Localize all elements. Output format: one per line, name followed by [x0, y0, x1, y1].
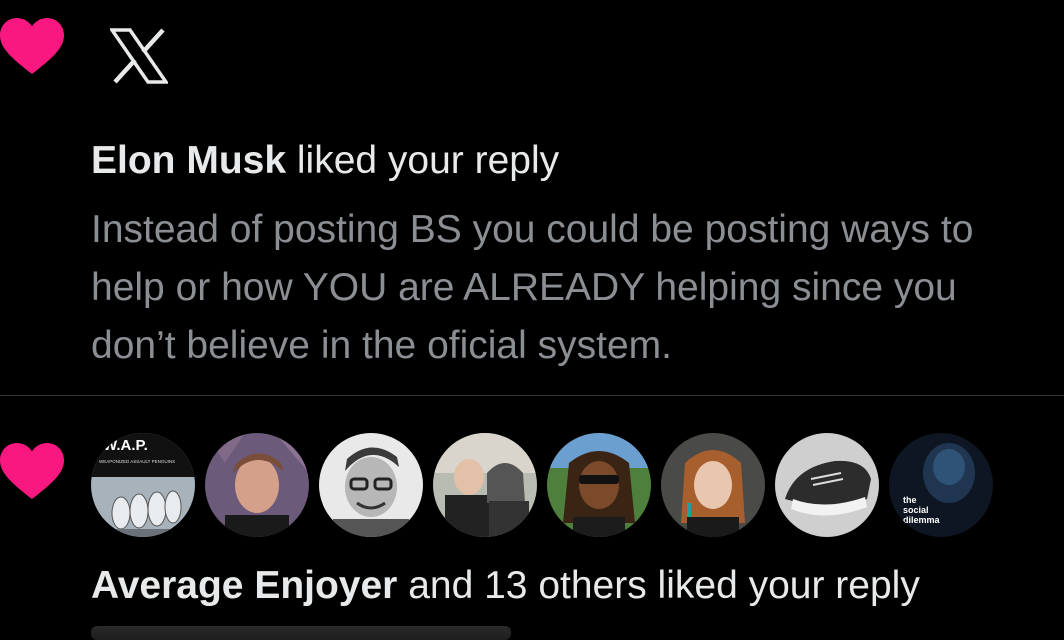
notification-action: and 13 others liked your reply: [397, 564, 920, 607]
avatar-label: W.A.P.: [103, 437, 148, 454]
avatar[interactable]: the social dilemma: [889, 433, 993, 537]
avatar[interactable]: [547, 433, 651, 537]
avatar[interactable]: [319, 433, 423, 537]
divider: [0, 395, 1064, 396]
avatar[interactable]: [661, 433, 765, 537]
avatar[interactable]: [775, 433, 879, 537]
avatar-sublabel: WEAPONIZED ASSAULT PENGUINS: [99, 459, 175, 464]
notification-action: liked your reply: [286, 139, 560, 182]
notification-title[interactable]: Average Enjoyer and 13 others liked your…: [91, 560, 920, 612]
reply-preview[interactable]: Instead of posting BS you could be posti…: [91, 201, 1051, 375]
like-heart-icon: [0, 443, 64, 499]
notification-title[interactable]: Elon Musk liked your reply: [91, 137, 559, 185]
notification-user[interactable]: Average Enjoyer: [91, 564, 397, 607]
avatar[interactable]: [433, 433, 537, 537]
avatar[interactable]: W.A.P. WEAPONIZED ASSAULT PENGUINS: [91, 433, 195, 537]
avatar-label: the: [903, 495, 917, 505]
avatar[interactable]: [205, 433, 309, 537]
avatar-label: dilemma: [903, 515, 941, 525]
like-heart-icon: [0, 18, 64, 74]
x-logo-icon: [108, 28, 170, 84]
notification-user[interactable]: Elon Musk: [91, 139, 286, 182]
truncated-reply-preview: [91, 626, 511, 640]
avatar-label: social: [903, 505, 929, 515]
